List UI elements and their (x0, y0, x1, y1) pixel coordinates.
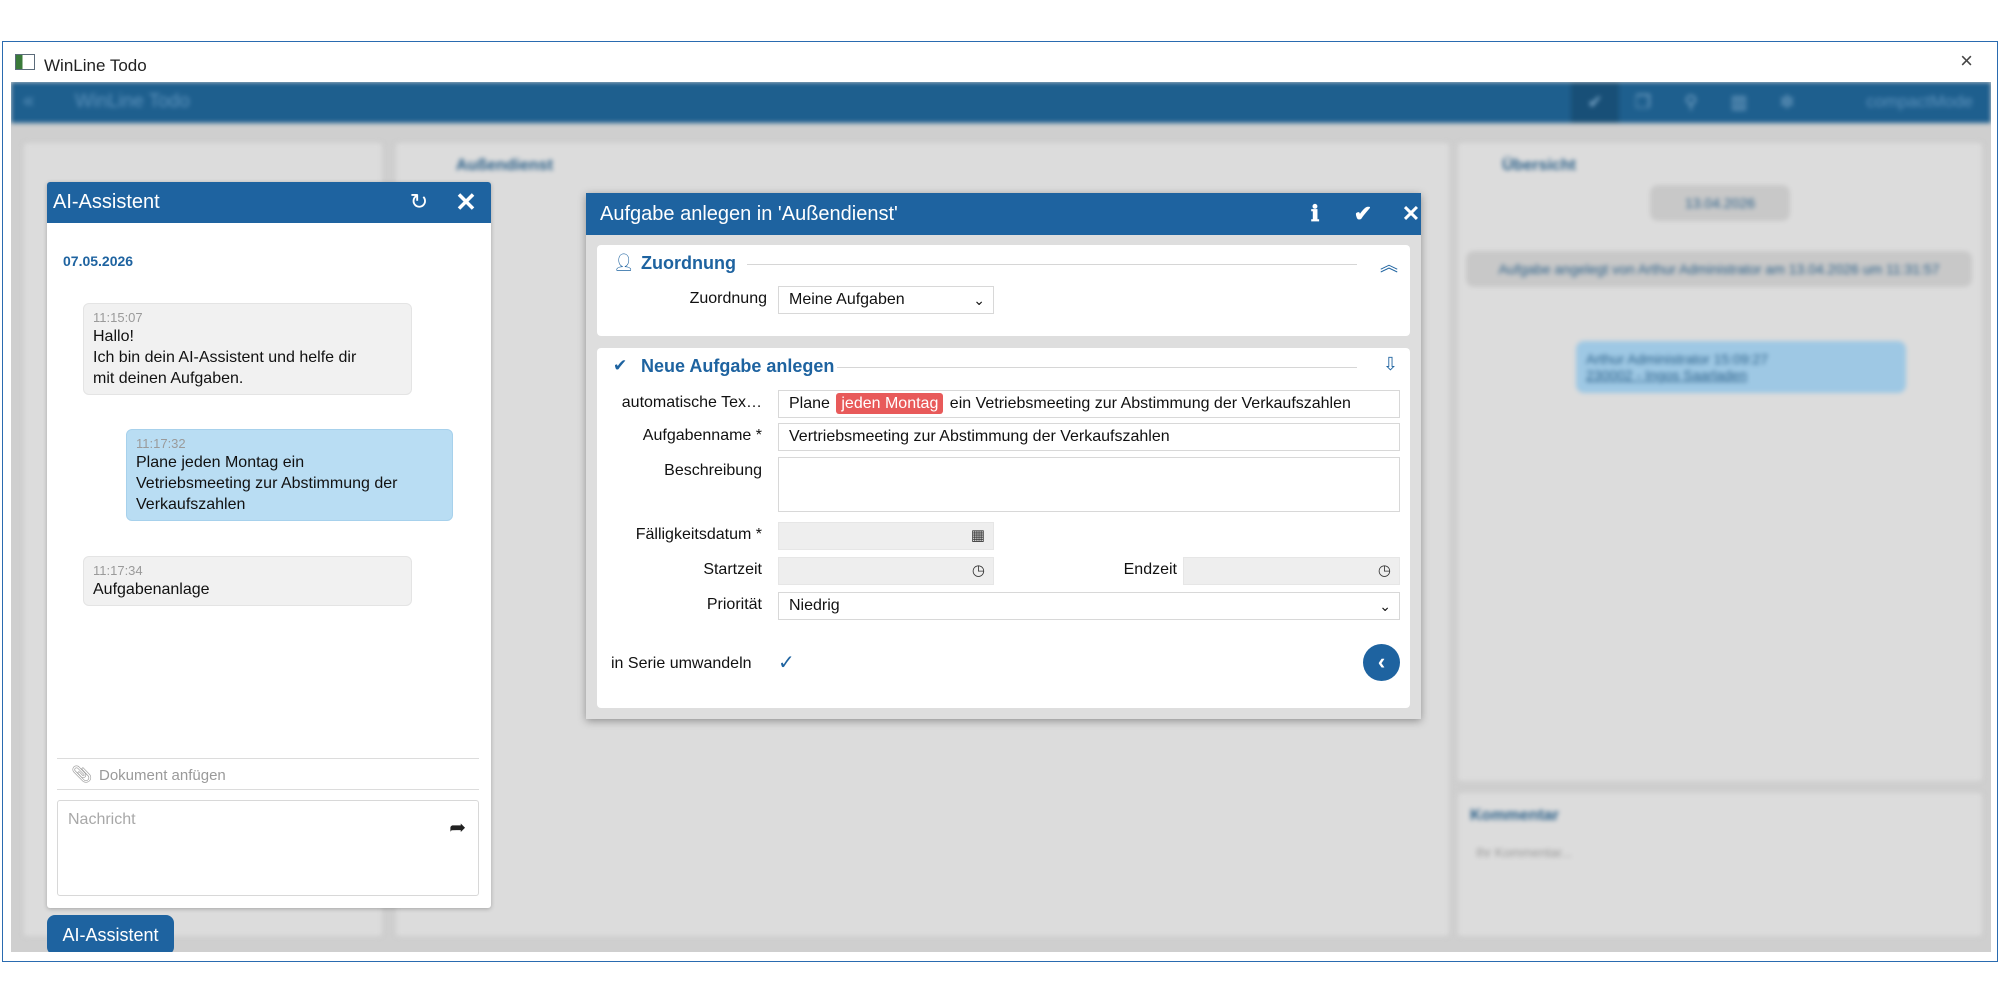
search-icon: ⚲ (1684, 92, 1698, 112)
task-name-input[interactable]: Vertriebsmeeting zur Abstimmung der Verk… (778, 423, 1400, 451)
description-textarea[interactable] (778, 457, 1400, 512)
collapse-icon[interactable]: ︽ (1380, 251, 1398, 277)
due-date-input[interactable]: ▦ (778, 522, 994, 550)
ai-panel-header: AI-Assistent ↻ ✕ (47, 182, 491, 223)
confirm-check-icon[interactable]: ✔ (1347, 198, 1379, 230)
share-icon: ✲ (1779, 92, 1795, 112)
series-label: in Serie umwandeln (611, 655, 752, 672)
attach-document-button[interactable]: 📎︎ Dokument anfügen (57, 758, 479, 790)
chat-message-bot: 11:17:34 Aufgabenanlage (83, 556, 412, 606)
window-title: WinLine Todo (44, 56, 147, 75)
bg-overview-date: 13.04.2026 (1650, 185, 1790, 221)
auto-text-field[interactable]: Plane jeden Montag ein Vetriebsmeeting z… (778, 390, 1400, 418)
refresh-icon[interactable]: ↻ (405, 187, 433, 217)
bg-comment-placeholder: Ihr Kommentar... (1476, 845, 1573, 860)
message-time: 11:15:07 (93, 310, 143, 325)
message-input[interactable]: Nachricht ➦ (57, 800, 479, 896)
new-task-section: ✔ Neue Aufgabe anlegen ⇩ automatische Te… (597, 348, 1410, 708)
message-placeholder: Nachricht (68, 811, 136, 828)
assignment-label: Zuordnung (689, 290, 767, 307)
priority-select[interactable]: Niedrig ⌄ (778, 592, 1400, 620)
bg-overview-chat: Arthur Administrator 15:09:27 230002 - I… (1576, 341, 1906, 393)
calendar-icon[interactable]: ▦ (971, 523, 985, 549)
series-check-icon[interactable]: ✓ (778, 650, 795, 675)
ai-panel-title: AI-Assistent (53, 191, 160, 213)
ai-assistant-panel: AI-Assistent ↻ ✕ 07.05.2026 11:15:07 Hal… (47, 182, 491, 908)
paperclip-icon: 📎︎ (71, 765, 93, 784)
back-icon: « (23, 90, 35, 112)
clock-icon[interactable]: ◷ (1378, 558, 1391, 584)
auto-text-label: automatische Tex… (621, 394, 762, 411)
dialog-close-icon[interactable]: ✕ (1395, 198, 1427, 230)
bg-chat-link: 230002 - Ingos Saarladen (1586, 367, 1748, 383)
check-icon: ✔ (1571, 82, 1619, 123)
message-time: 11:17:34 (93, 563, 143, 578)
close-icon[interactable]: ✕ (451, 186, 481, 218)
send-icon[interactable]: ➦ (449, 815, 466, 840)
back-round-button[interactable]: ‹ (1363, 644, 1400, 681)
window-close-button[interactable]: × (1960, 48, 1973, 74)
dialog-title: Aufgabe anlegen in 'Außendienst' (600, 203, 898, 225)
due-date-label: Fälligkeitsdatum * (635, 526, 762, 543)
task-name-value: Vertriebsmeeting zur Abstimmung der Verk… (789, 428, 1170, 445)
app-window: WinLine Todo × « WinLine Todo ✔ ❐ ⚲ ▥ ✲ … (2, 41, 1998, 962)
end-time-input[interactable]: ◷ (1183, 557, 1400, 585)
bg-overview-title: Übersicht (1502, 157, 1576, 174)
divider (747, 264, 1357, 265)
cloud-download-icon[interactable]: ⇩ (1383, 354, 1398, 375)
divider (837, 367, 1357, 368)
auto-text-highlight: jeden Montag (836, 393, 944, 414)
dialog-header: Aufgabe anlegen in 'Außendienst' ℹ ✔ ✕ (586, 193, 1421, 235)
priority-label: Priorität (706, 596, 762, 613)
app-icon (15, 54, 35, 70)
end-time-label: Endzeit (1123, 561, 1177, 578)
assignment-value: Meine Aufgaben (789, 291, 905, 308)
chat-date: 07.05.2026 (63, 253, 134, 269)
bg-center-title: Außendienst (456, 157, 553, 174)
bg-chat-author: Arthur Administrator 15:09:27 (1586, 351, 1769, 367)
app-content: « WinLine Todo ✔ ❐ ⚲ ▥ ✲ compactMode Auß… (11, 82, 1991, 952)
attach-label: Dokument anfügen (99, 767, 226, 784)
check-icon: ✔ (613, 356, 628, 375)
assignment-section: 👤︎ Zuordnung ︽ Zuordnung Meine Aufgaben … (597, 245, 1410, 336)
chevron-down-icon: ⌄ (973, 292, 985, 308)
priority-value: Niedrig (789, 597, 840, 614)
layout-icon: ▥ (1730, 92, 1748, 112)
user-icon: 👤︎ (613, 253, 635, 272)
create-task-dialog: Aufgabe anlegen in 'Außendienst' ℹ ✔ ✕ 👤… (586, 193, 1421, 719)
bg-overview-created: Aufgabe angelegt von Arthur Administrato… (1466, 251, 1972, 287)
message-time: 11:17:32 (136, 436, 186, 451)
auto-text-after: ein Vetriebsmeeting zur Abstimmung der V… (949, 395, 1351, 412)
clock-icon[interactable]: ◷ (972, 558, 985, 584)
bg-overview-panel: Übersicht 13.04.2026 Aufgabe angelegt vo… (1457, 142, 1983, 782)
app-header-title: WinLine Todo (75, 91, 190, 112)
assignment-section-title: Zuordnung (641, 253, 736, 273)
chevron-down-icon: ⌄ (1379, 598, 1391, 614)
message-text: Aufgabenanlage (93, 581, 210, 598)
start-time-label: Startzeit (703, 561, 762, 578)
chat-message-bot: 11:15:07 Hallo! Ich bin dein AI-Assisten… (83, 303, 412, 395)
app-header: « WinLine Todo ✔ ❐ ⚲ ▥ ✲ compactMode (11, 82, 1991, 123)
assignment-select[interactable]: Meine Aufgaben ⌄ (778, 286, 994, 314)
message-text: Plane jeden Montag ein Vetriebsmeeting z… (136, 454, 398, 513)
ai-assistant-button[interactable]: AI-Assistent (47, 915, 174, 952)
message-text: Hallo! Ich bin dein AI-Assistent und hel… (93, 328, 357, 387)
window-titlebar: WinLine Todo × (3, 42, 1997, 82)
description-label: Beschreibung (664, 462, 762, 479)
copy-icon: ❐ (1634, 92, 1652, 112)
bg-comment-title: Kommentar (1470, 807, 1559, 824)
task-name-label: Aufgabenname * (642, 427, 762, 444)
auto-text-before: Plane (789, 395, 830, 412)
info-icon[interactable]: ℹ (1299, 198, 1331, 230)
compact-mode: compactMode (1866, 92, 1973, 111)
start-time-input[interactable]: ◷ (778, 557, 994, 585)
new-task-section-title: Neue Aufgabe anlegen (641, 356, 835, 376)
bg-comment-panel: Kommentar Ihr Kommentar... (1457, 792, 1983, 937)
chat-message-user: 11:17:32 Plane jeden Montag ein Vetriebs… (126, 429, 453, 521)
